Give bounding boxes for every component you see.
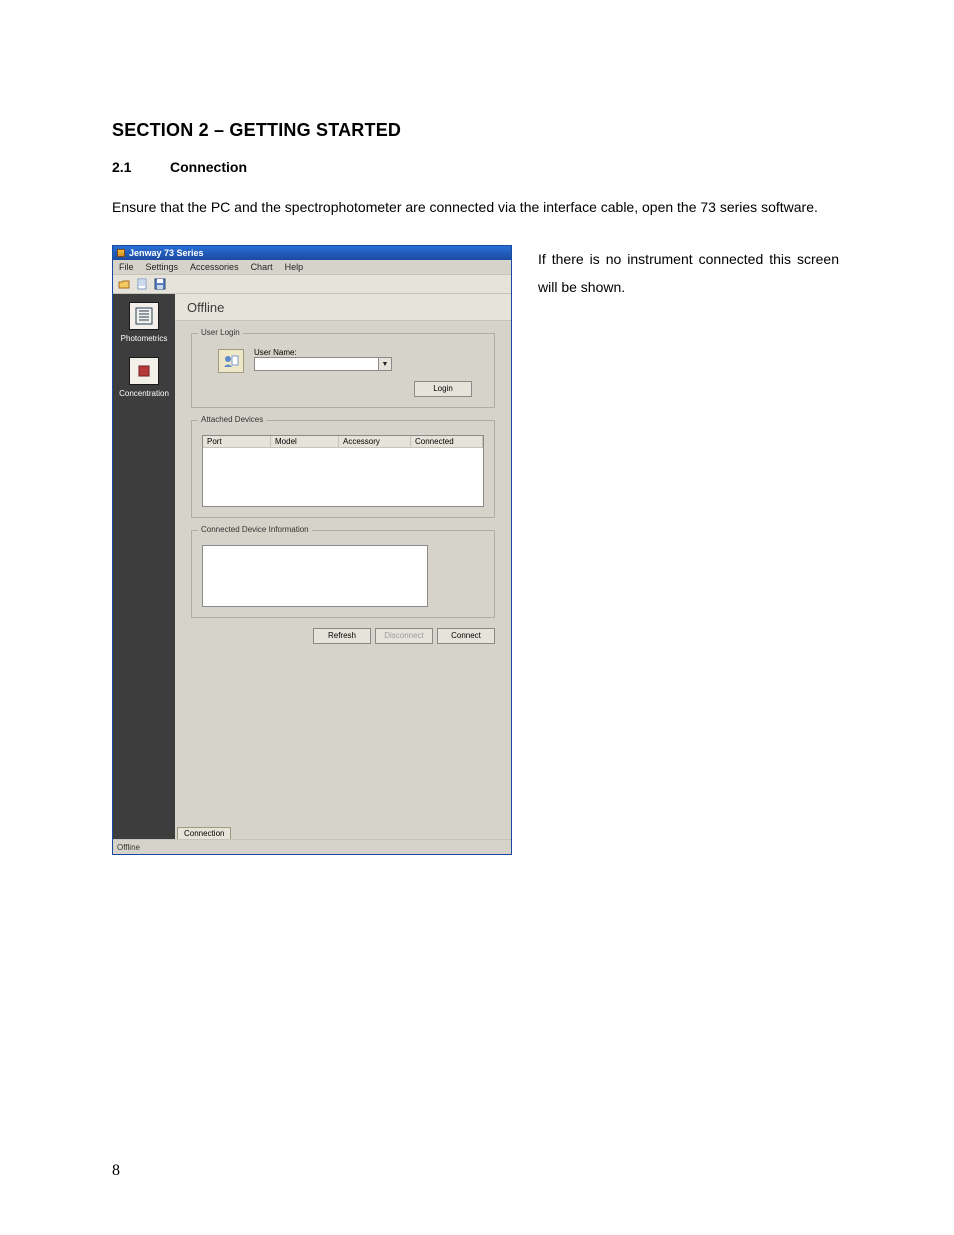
page-number: 8 bbox=[112, 1162, 120, 1180]
content-area: Offline User Login User Name: bbox=[175, 294, 511, 839]
toolbar-page-icon[interactable] bbox=[135, 277, 149, 291]
menu-file[interactable]: File bbox=[119, 262, 134, 272]
tab-connection[interactable]: Connection bbox=[177, 827, 231, 839]
app-icon bbox=[117, 249, 125, 257]
app-window: Jenway 73 Series File Settings Accessori… bbox=[112, 245, 512, 855]
dropdown-arrow-icon[interactable]: ▼ bbox=[378, 358, 391, 370]
status-text: Offline bbox=[117, 843, 140, 852]
toolbar-open-icon[interactable] bbox=[117, 277, 131, 291]
username-input[interactable]: ▼ bbox=[254, 357, 392, 371]
col-accessory: Accessory bbox=[339, 436, 411, 447]
device-table: Port Model Accessory Connected bbox=[202, 435, 484, 507]
button-row: Refresh Disconnect Connect bbox=[175, 628, 495, 644]
attached-devices-group: Attached Devices Port Model Accessory Co… bbox=[191, 420, 495, 518]
col-connected: Connected bbox=[411, 436, 483, 447]
user-login-legend: User Login bbox=[198, 328, 243, 337]
subsection-heading: 2.1 Connection bbox=[112, 159, 839, 175]
menu-settings[interactable]: Settings bbox=[146, 262, 179, 272]
sidebar-label-photometrics: Photometrics bbox=[113, 334, 175, 343]
col-model: Model bbox=[271, 436, 339, 447]
bottom-tabs: Connection bbox=[175, 827, 231, 839]
disconnect-button[interactable]: Disconnect bbox=[375, 628, 433, 644]
username-label: User Name: bbox=[254, 348, 392, 357]
titlebar: Jenway 73 Series bbox=[113, 246, 511, 260]
connect-button[interactable]: Connect bbox=[437, 628, 495, 644]
menu-help[interactable]: Help bbox=[285, 262, 304, 272]
refresh-button[interactable]: Refresh bbox=[313, 628, 371, 644]
user-login-group: User Login User Name: ▼ bbox=[191, 333, 495, 408]
subsection-number: 2.1 bbox=[112, 159, 170, 175]
intro-paragraph: Ensure that the PC and the spectrophotom… bbox=[112, 193, 839, 221]
user-icon bbox=[218, 349, 244, 373]
statusbar: Offline bbox=[113, 839, 511, 854]
col-port: Port bbox=[203, 436, 271, 447]
subsection-title: Connection bbox=[170, 159, 247, 175]
sidebar: Photometrics Concentration bbox=[113, 294, 175, 839]
menubar: File Settings Accessories Chart Help bbox=[113, 260, 511, 275]
menu-accessories[interactable]: Accessories bbox=[190, 262, 239, 272]
concentration-icon bbox=[129, 357, 159, 385]
connected-device-info-group: Connected Device Information bbox=[191, 530, 495, 618]
sidebar-label-concentration: Concentration bbox=[113, 389, 175, 398]
side-paragraph: If there is no instrument connected this… bbox=[538, 245, 839, 301]
attached-devices-legend: Attached Devices bbox=[198, 415, 266, 424]
toolbar bbox=[113, 275, 511, 294]
login-button[interactable]: Login bbox=[414, 381, 472, 397]
window-title: Jenway 73 Series bbox=[129, 248, 204, 258]
content-header: Offline bbox=[175, 294, 511, 321]
sidebar-item-photometrics[interactable]: Photometrics bbox=[113, 302, 175, 343]
sidebar-item-concentration[interactable]: Concentration bbox=[113, 357, 175, 398]
section-title: SECTION 2 – GETTING STARTED bbox=[112, 120, 839, 141]
menu-chart[interactable]: Chart bbox=[251, 262, 273, 272]
device-table-header: Port Model Accessory Connected bbox=[203, 436, 483, 448]
toolbar-save-icon[interactable] bbox=[153, 277, 167, 291]
photometrics-icon bbox=[129, 302, 159, 330]
connected-device-info-box bbox=[202, 545, 428, 607]
connected-device-info-legend: Connected Device Information bbox=[198, 525, 312, 534]
